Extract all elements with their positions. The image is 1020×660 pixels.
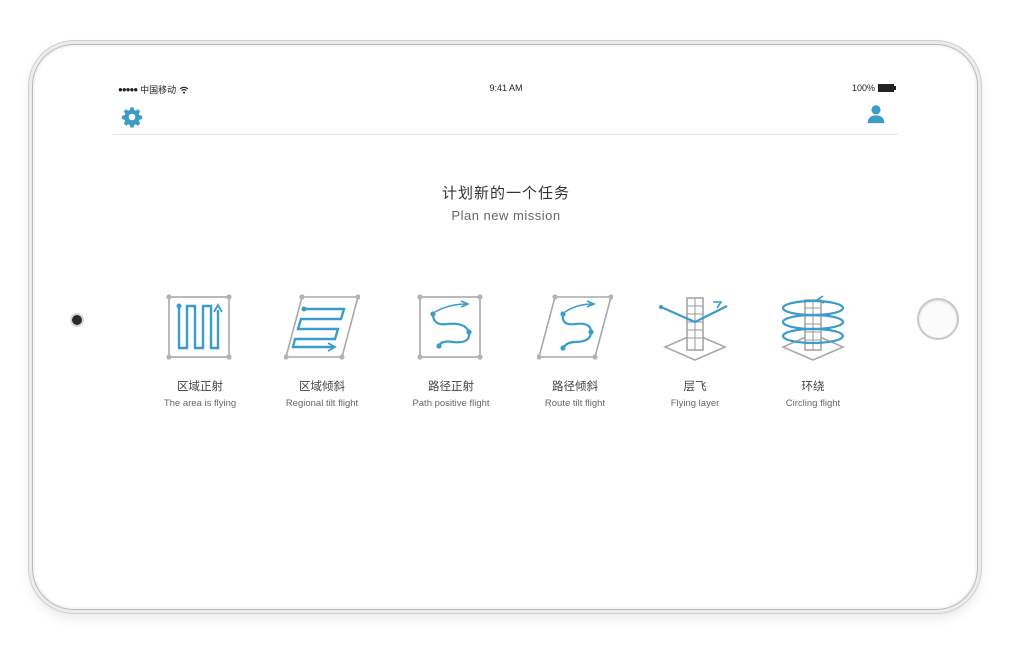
home-button[interactable] — [917, 298, 959, 340]
mission-label-zh: 路径倾斜 — [552, 381, 598, 393]
status-bar: ●●●●● 中国移动 9:41 AM 100% — [113, 80, 899, 98]
mission-label-en: Regional tilt flight — [285, 398, 359, 409]
mission-path-tilt[interactable]: 路径倾斜 Route tilt flight — [520, 292, 630, 409]
user-icon[interactable] — [865, 103, 887, 125]
mission-circling-flight[interactable]: 环绕 Circling flight — [758, 292, 868, 409]
area-orthographic-icon — [166, 294, 232, 360]
mission-label-en: Flying layer — [670, 398, 720, 409]
mission-path-orthographic[interactable]: 路径正射 Path positive flight — [396, 292, 506, 409]
mission-label-en: Circling flight — [785, 398, 841, 409]
nav-bar — [113, 98, 899, 135]
battery-icon — [878, 84, 896, 92]
mission-area-tilt[interactable]: 区域倾斜 Regional tilt flight — [267, 292, 377, 409]
mission-label-en: Path positive flight — [412, 398, 490, 409]
mission-label-zh: 环绕 — [801, 381, 825, 393]
mission-label-en: The area is flying — [163, 398, 237, 409]
front-camera — [70, 313, 84, 327]
battery-percent: 100% — [851, 83, 875, 93]
mission-layer-flight[interactable]: 层飞 Flying layer — [640, 292, 750, 409]
mission-label-en: Route tilt flight — [544, 398, 606, 409]
mission-label-zh: 区域正射 — [177, 381, 223, 393]
mission-label-zh: 层飞 — [683, 381, 707, 393]
area-tilt-icon — [284, 294, 360, 360]
path-tilt-icon — [537, 294, 613, 360]
gear-icon[interactable] — [121, 106, 143, 128]
page-subtitle: Plan new mission — [451, 208, 561, 223]
mission-label-zh: 区域倾斜 — [299, 381, 345, 393]
circling-flight-icon — [780, 295, 846, 361]
mission-area-orthographic[interactable]: 区域正射 The area is flying — [145, 292, 255, 409]
page-title: 计划新的一个任务 — [441, 185, 570, 202]
mission-type-grid: 区域正射 The area is flying 区域倾斜 Regional ti… — [113, 292, 899, 422]
status-time: 9:41 AM — [489, 83, 523, 93]
path-orthographic-icon — [417, 294, 483, 360]
status-right: 100% — [851, 83, 896, 93]
mission-label-zh: 路径正射 — [428, 381, 474, 393]
app-screen: ●●●●● 中国移动 9:41 AM 100% 计划新的一个任务 Plan ne… — [113, 80, 899, 574]
layer-flight-icon — [659, 297, 728, 361]
